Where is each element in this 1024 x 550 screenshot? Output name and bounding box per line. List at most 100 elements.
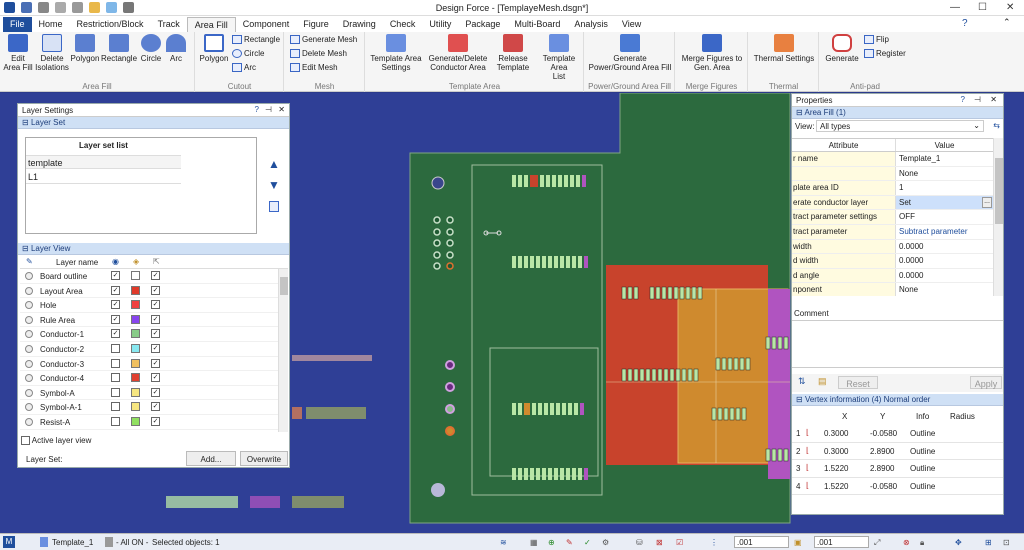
attribute-value[interactable]: OFF <box>895 210 993 224</box>
attribute-value[interactable]: Set... <box>895 195 993 210</box>
layer-visible-checkbox[interactable] <box>111 373 120 383</box>
layer-set-row[interactable]: L1 <box>26 170 181 184</box>
layer-enabled-checkbox[interactable]: ✓ <box>151 387 160 397</box>
layer-enabled-checkbox[interactable]: ✓ <box>151 300 160 310</box>
layer-enabled-checkbox[interactable]: ✓ <box>151 285 160 295</box>
attribute-row[interactable]: tract parameter settings OFF <box>792 210 993 225</box>
lock-status-icon[interactable]: 🔒︎ <box>920 538 924 548</box>
layer-radio-icon[interactable] <box>25 344 33 353</box>
panel-close-icon[interactable]: ✕ <box>278 105 285 114</box>
route-icon[interactable]: ✎ <box>566 538 573 547</box>
menu-check[interactable]: Check <box>383 17 423 32</box>
thermal-settings-button[interactable]: Thermal Settings <box>749 34 819 63</box>
merge-figures-button[interactable]: Merge Figures to Gen. Area <box>676 34 748 72</box>
attribute-scroll-thumb[interactable] <box>995 158 1003 224</box>
layer-row[interactable]: Resist-A ✓ <box>20 415 288 430</box>
sort-icon[interactable]: ⇅ <box>798 376 806 387</box>
flip-button[interactable]: Flip <box>864 35 889 44</box>
mode-icon[interactable]: M <box>3 536 15 548</box>
release-template-button[interactable]: Release Template <box>492 34 534 72</box>
attribute-value[interactable]: Template_1 <box>895 152 993 166</box>
menu-figure[interactable]: Figure <box>296 17 336 32</box>
attribute-row[interactable]: d angle 0.0000 <box>792 268 993 284</box>
menu-track[interactable]: Track <box>151 17 187 32</box>
menu-restriction-block[interactable]: Restriction/Block <box>70 17 151 32</box>
layer-color-swatch[interactable] <box>131 285 140 295</box>
area-fill-section[interactable]: ⊟ Area Fill (1) <box>792 107 1003 119</box>
attribute-row[interactable]: r name Template_1 <box>792 152 993 167</box>
overwrite-button[interactable]: Overwrite <box>240 451 288 466</box>
menu-multi-board[interactable]: Multi-Board <box>507 17 567 32</box>
comment-box[interactable] <box>792 320 1003 368</box>
settings-status-icon[interactable]: ⊞ <box>985 538 992 547</box>
layer-radio-icon[interactable] <box>25 388 33 397</box>
menu-component[interactable]: Component <box>236 17 297 32</box>
menu-utility[interactable]: Utility <box>422 17 458 32</box>
layer-radio-icon[interactable] <box>25 315 33 324</box>
attribute-row[interactable]: None <box>792 166 993 182</box>
arc-button[interactable]: Arc <box>165 34 187 63</box>
reset-button[interactable]: Reset <box>838 376 878 389</box>
grid-select-icon[interactable]: ▣ <box>794 538 802 547</box>
layer-color-swatch[interactable] <box>131 358 140 368</box>
cutout-circle-button[interactable]: Circle <box>232 49 264 58</box>
layer-visible-checkbox[interactable]: ✓ <box>111 314 120 324</box>
drc-icon[interactable]: ⚙ <box>602 538 609 547</box>
menu-drawing[interactable]: Drawing <box>336 17 383 32</box>
antipad-generate-button[interactable]: Generate <box>822 34 862 63</box>
layer-row[interactable]: Conductor-2 ✓ <box>20 342 288 357</box>
layer-set-export-icon[interactable] <box>269 201 279 212</box>
layer-enabled-checkbox[interactable]: ✓ <box>151 358 160 368</box>
layer-view-section[interactable]: ⊟ Layer View <box>18 243 289 255</box>
view-select[interactable]: All types ⌄ <box>816 120 984 132</box>
move-up-button[interactable]: ▲ <box>268 157 280 171</box>
layer-enabled-checkbox[interactable]: ✓ <box>151 271 160 280</box>
cursor-mode-icon[interactable]: ⤢ <box>874 538 880 548</box>
layer-visible-checkbox[interactable]: ✓ <box>111 271 120 280</box>
layer-color-swatch[interactable] <box>131 416 140 426</box>
vertex-row[interactable]: 3 ⌊ 1.5220 2.8900 Outline <box>792 460 1003 478</box>
cutout-polygon-button[interactable]: Polygon <box>198 34 230 63</box>
layer-enabled-checkbox[interactable]: ✓ <box>151 343 160 353</box>
layer-visible-checkbox[interactable]: ✓ <box>111 285 120 295</box>
layer-radio-icon[interactable] <box>25 330 33 339</box>
menu-analysis[interactable]: Analysis <box>567 17 615 32</box>
layer-color-swatch[interactable] <box>131 329 140 339</box>
menu-file[interactable]: File <box>3 17 32 32</box>
check-status-icon[interactable]: ☑ <box>676 538 683 547</box>
polygon-button[interactable]: Polygon <box>70 34 100 63</box>
close-button[interactable]: ✕ <box>1006 2 1014 13</box>
layer-set-section[interactable]: ⊟ Layer Set <box>18 117 289 129</box>
menu-view[interactable]: View <box>615 17 648 32</box>
layer-color-swatch[interactable] <box>131 402 140 412</box>
grid-x-input[interactable]: .001 <box>734 536 789 548</box>
cutout-rectangle-button[interactable]: Rectangle <box>232 35 280 44</box>
rectangle-button[interactable]: Rectangle <box>101 34 137 63</box>
attribute-value[interactable]: 1 <box>895 181 993 195</box>
menu-package[interactable]: Package <box>458 17 507 32</box>
layer-view-scroll-thumb[interactable] <box>280 277 288 295</box>
layer-radio-icon[interactable] <box>25 403 33 412</box>
layer-enabled-checkbox[interactable]: ✓ <box>151 329 160 339</box>
layers-icon[interactable]: ▦ <box>530 538 538 547</box>
properties-close-icon[interactable]: ✕ <box>990 95 997 104</box>
vertex-row[interactable]: 2 ⌊ 0.3000 2.8900 Outline <box>792 443 1003 460</box>
attribute-value[interactable]: None <box>895 283 993 296</box>
layer-row[interactable]: Layout Area ✓ ✓ <box>20 284 288 299</box>
layer-visible-checkbox[interactable] <box>111 343 120 353</box>
layer-visible-checkbox[interactable]: ✓ <box>111 329 120 339</box>
layer-enabled-checkbox[interactable]: ✓ <box>151 402 160 412</box>
menu-area-fill[interactable]: Area Fill <box>186 17 236 32</box>
mark-icon[interactable]: ✓ <box>584 538 591 547</box>
minimize-button[interactable]: — <box>950 2 960 13</box>
layer-row[interactable]: Hole ✓ ✓ <box>20 298 288 313</box>
wifi-icon[interactable]: ≋ <box>500 538 507 547</box>
layer-color-swatch[interactable] <box>131 300 140 310</box>
layer-row[interactable]: Symbol-A ✓ <box>20 386 288 401</box>
snap-status-icon[interactable]: ⊕ <box>548 538 555 547</box>
categorize-icon[interactable]: ▤ <box>818 376 827 387</box>
help-icon[interactable]: ? <box>962 18 968 29</box>
vertex-section[interactable]: ⊟ Vertex information (4) Normal order <box>792 394 1003 406</box>
layer-color-swatch[interactable] <box>131 387 140 397</box>
layer-visible-checkbox[interactable]: ✓ <box>111 300 120 310</box>
